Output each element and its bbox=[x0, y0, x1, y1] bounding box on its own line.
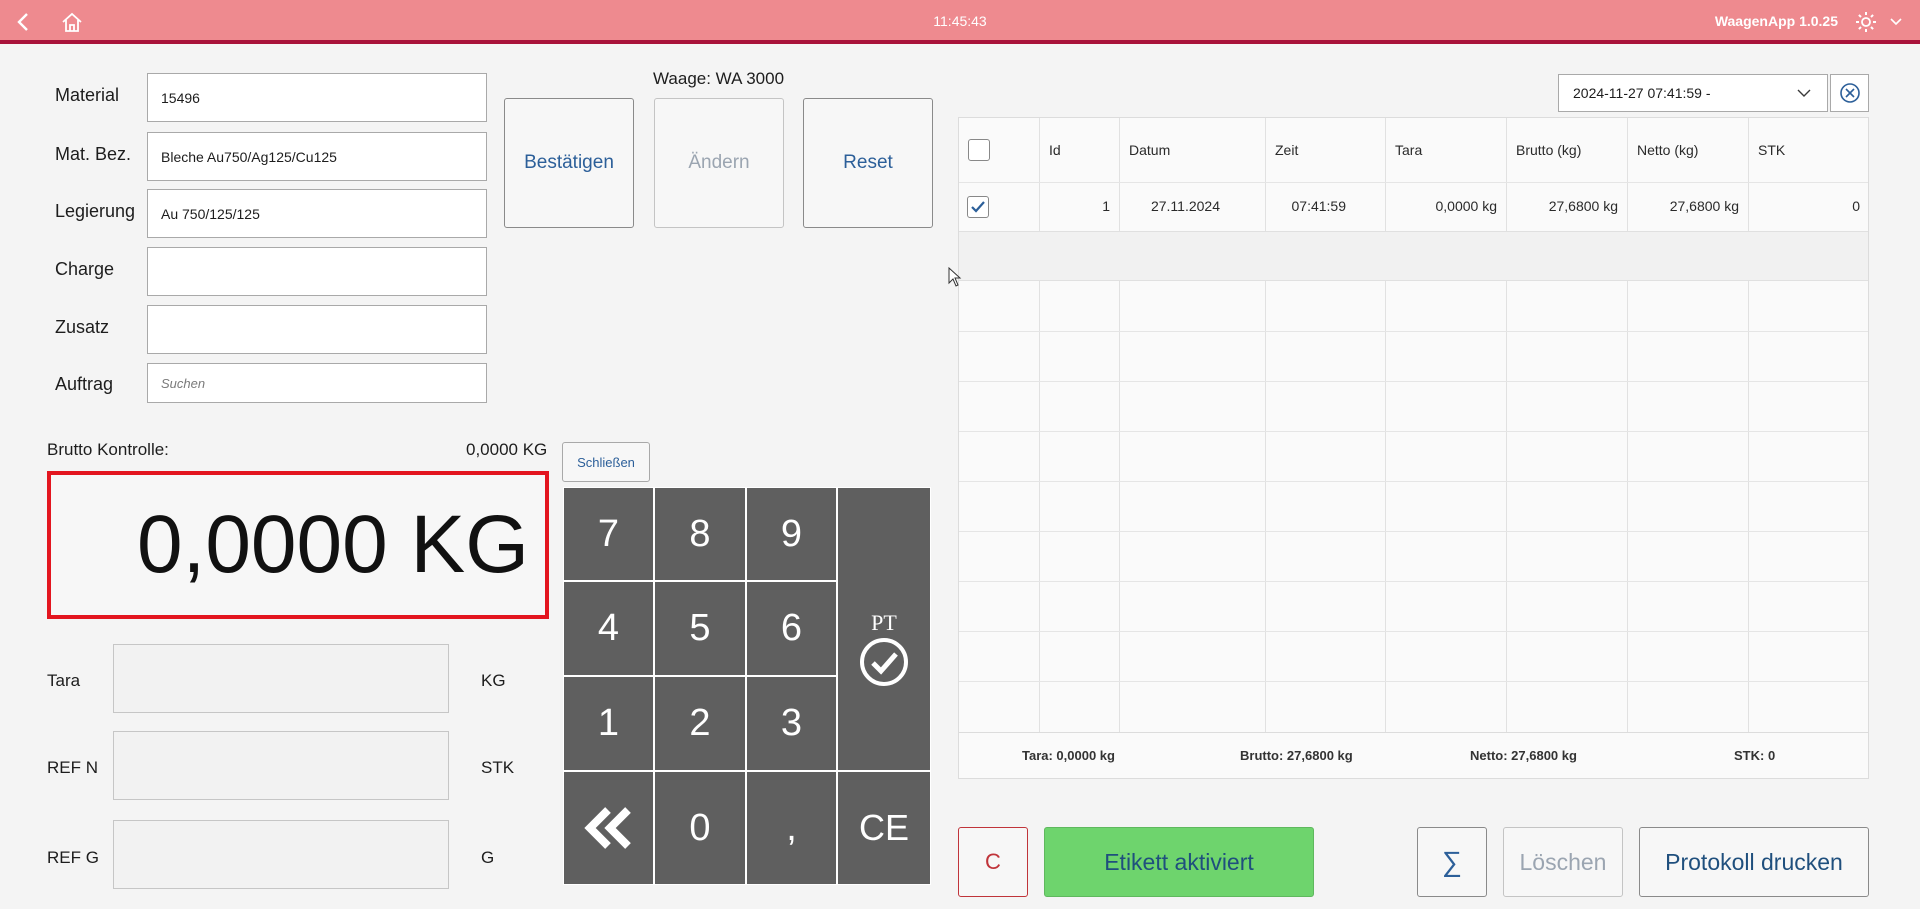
zusatz-label: Zusatz bbox=[55, 317, 110, 337]
brutto-value: 0,0000 KG bbox=[466, 440, 548, 459]
auftrag-label: Auftrag bbox=[55, 374, 114, 394]
col-tara[interactable]: Tara bbox=[1385, 118, 1422, 182]
select-all-checkbox[interactable] bbox=[968, 139, 990, 161]
material-label: Material bbox=[55, 85, 120, 105]
key-ce[interactable]: CE bbox=[838, 772, 930, 884]
refg-label: REF G bbox=[47, 848, 99, 867]
charge-label: Charge bbox=[55, 259, 115, 279]
key-8[interactable]: 8 bbox=[655, 488, 745, 580]
col-brutto[interactable]: Brutto (kg) bbox=[1506, 118, 1581, 182]
clock: 11:45:43 bbox=[933, 13, 987, 29]
close-circle-icon bbox=[1839, 83, 1860, 103]
backspace-key[interactable] bbox=[564, 772, 653, 884]
pt-confirm-key[interactable]: PT bbox=[838, 488, 930, 770]
brutto-label: Brutto Kontrolle: bbox=[47, 440, 169, 459]
legierung-field[interactable]: Au 750/125/125 bbox=[147, 189, 487, 238]
key-5[interactable]: 5 bbox=[655, 582, 745, 675]
sum-button[interactable]: ∑ bbox=[1417, 827, 1487, 897]
key-1[interactable]: 1 bbox=[564, 677, 653, 770]
cell-datum: 27.11.2024 bbox=[1150, 198, 1220, 214]
date-select-value: 2024-11-27 07:41:59 - bbox=[1573, 85, 1711, 101]
charge-field[interactable] bbox=[147, 247, 487, 296]
double-chevron-left-icon bbox=[583, 807, 631, 849]
col-zeit[interactable]: Zeit bbox=[1265, 118, 1298, 182]
mouse-cursor-icon bbox=[948, 267, 962, 287]
pt-label: PT bbox=[871, 610, 897, 635]
auftrag-search-input[interactable]: Suchen bbox=[147, 363, 487, 403]
key-9[interactable]: 9 bbox=[747, 488, 836, 580]
app-header: 11:45:43 WaagenApp 1.0.25 bbox=[0, 0, 1920, 44]
close-button[interactable]: Schließen bbox=[562, 442, 650, 482]
key-3[interactable]: 3 bbox=[747, 677, 836, 770]
weight-display: 0,0000 KG bbox=[47, 471, 549, 619]
settings-button[interactable] bbox=[1852, 8, 1880, 36]
confirm-button[interactable]: Bestätigen bbox=[504, 98, 634, 228]
gear-icon bbox=[1856, 12, 1876, 32]
tara-field[interactable] bbox=[113, 644, 449, 713]
print-protocol-button[interactable]: Protokoll drucken bbox=[1639, 827, 1869, 897]
delete-button[interactable]: Löschen bbox=[1503, 827, 1623, 897]
footer-stk: STK: 0 bbox=[1734, 748, 1776, 763]
footer-brutto: Brutto: 27,6800 kg bbox=[1240, 748, 1353, 763]
date-select[interactable]: 2024-11-27 07:41:59 - bbox=[1558, 74, 1828, 112]
footer-tara: Tara: 0,0000 kg bbox=[1022, 748, 1115, 763]
refn-label: REF N bbox=[47, 758, 98, 777]
key-2[interactable]: 2 bbox=[655, 677, 745, 770]
tara-label: Tara bbox=[47, 671, 81, 690]
tara-unit: KG bbox=[481, 671, 506, 690]
key-6[interactable]: 6 bbox=[747, 582, 836, 675]
table-row-empty-selected[interactable] bbox=[959, 231, 1868, 281]
key-4[interactable]: 4 bbox=[564, 582, 653, 675]
app-version: WaagenApp 1.0.25 bbox=[1714, 13, 1838, 29]
change-button[interactable]: Ändern bbox=[654, 98, 784, 228]
refn-unit: STK bbox=[481, 758, 515, 777]
cell-netto: 27,6800 kg bbox=[1669, 198, 1739, 214]
settings-dropdown[interactable] bbox=[1886, 8, 1906, 36]
clear-filter-button[interactable] bbox=[1830, 74, 1869, 112]
cell-id: 1 bbox=[1102, 198, 1110, 214]
check-icon bbox=[971, 201, 985, 213]
footer-netto: Netto: 27,6800 kg bbox=[1470, 748, 1577, 763]
reset-button[interactable]: Reset bbox=[803, 98, 933, 228]
cell-brutto: 27,6800 kg bbox=[1548, 198, 1618, 214]
chevron-down-icon bbox=[1797, 89, 1811, 97]
refn-field[interactable] bbox=[113, 731, 449, 800]
cell-zeit: 07:41:59 bbox=[1291, 198, 1347, 214]
keypad: 7 8 9 4 5 6 1 2 3 PT 0 , CE bbox=[563, 487, 931, 885]
matbez-field[interactable]: Bleche Au750/Ag125/Cu125 bbox=[147, 132, 487, 181]
col-datum[interactable]: Datum bbox=[1119, 118, 1170, 182]
label-toggle-button[interactable]: Etikett aktiviert bbox=[1044, 827, 1314, 897]
row-checkbox[interactable] bbox=[967, 196, 989, 218]
col-netto[interactable]: Netto (kg) bbox=[1627, 118, 1698, 182]
key-0[interactable]: 0 bbox=[655, 772, 745, 884]
legierung-label: Legierung bbox=[55, 201, 136, 221]
clear-button[interactable]: C bbox=[958, 827, 1028, 897]
cell-tara: 0,0000 kg bbox=[1435, 198, 1498, 214]
zusatz-field[interactable] bbox=[147, 305, 487, 354]
check-circle-icon bbox=[860, 638, 908, 686]
chevron-down-icon bbox=[1890, 18, 1902, 26]
material-field[interactable]: 15496 bbox=[147, 73, 487, 122]
refg-unit: G bbox=[481, 848, 495, 867]
matbez-label: Mat. Bez. bbox=[55, 144, 132, 164]
key-7[interactable]: 7 bbox=[564, 488, 653, 580]
col-id[interactable]: Id bbox=[1039, 118, 1061, 182]
col-stk[interactable]: STK bbox=[1748, 118, 1785, 182]
cell-stk: 0 bbox=[1852, 198, 1860, 214]
scale-name: Waage: WA 3000 bbox=[653, 69, 785, 88]
key-comma[interactable]: , bbox=[747, 772, 836, 884]
refg-field[interactable] bbox=[113, 820, 449, 889]
